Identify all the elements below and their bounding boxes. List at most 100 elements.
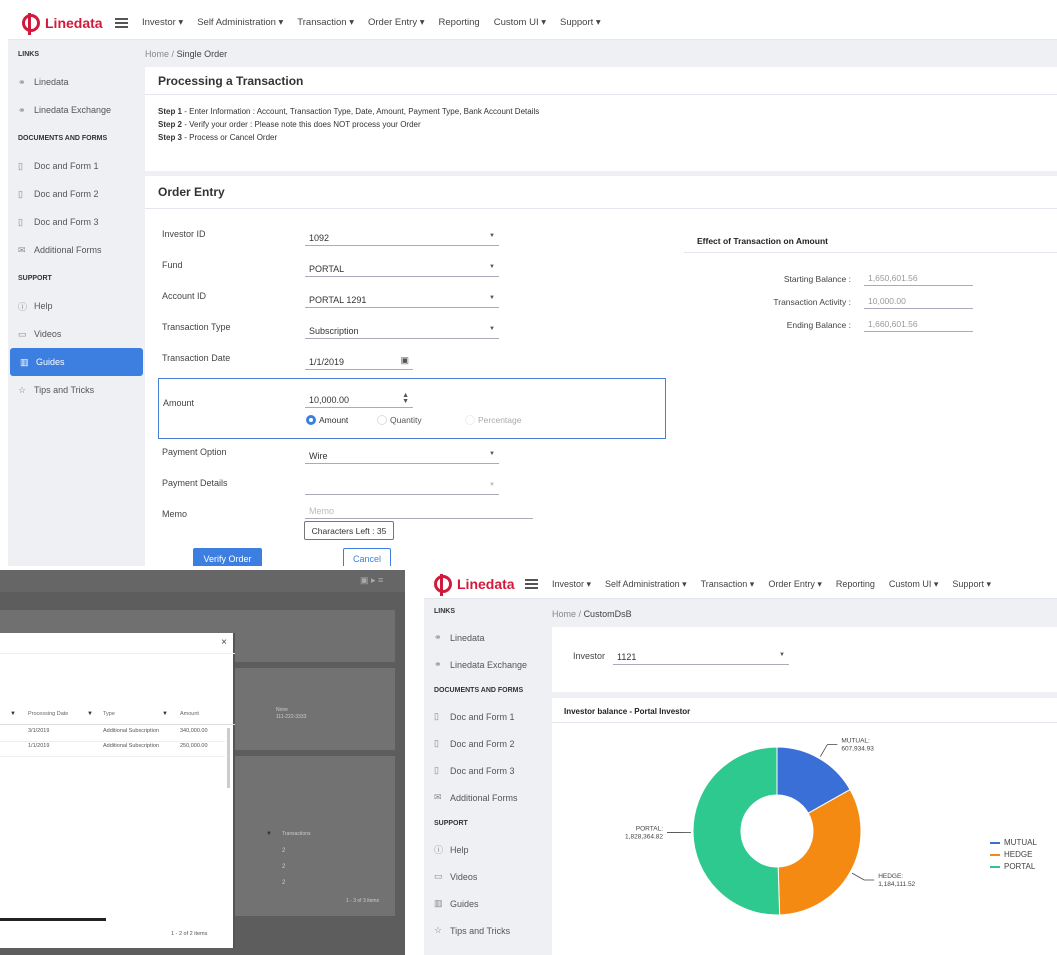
cancel-button[interactable]: Cancel (343, 548, 391, 566)
investor-filter-card: Investor 1121 ▼ (552, 627, 1057, 692)
linedata-logo[interactable]: Linedata (434, 575, 515, 593)
main-menu: Investor ▾ Self Administration ▾ Transac… (142, 17, 615, 28)
menu-reporting[interactable]: Reporting (836, 579, 875, 590)
chevron-down-icon: ▼ (779, 652, 785, 658)
characters-left-tooltip: Characters Left : 35 (304, 521, 394, 540)
menu-reporting[interactable]: Reporting (439, 17, 480, 28)
menu-transaction[interactable]: Transaction ▾ (701, 579, 755, 590)
memo-input[interactable]: Memo (305, 503, 533, 519)
bg-footer: 1 - 3 of 3 items (346, 898, 380, 904)
account-id-label: Account ID (162, 291, 207, 301)
account-id-select[interactable]: PORTAL 1291 ▼ (305, 292, 499, 308)
leader-line-mutual (819, 744, 838, 757)
donut-chart: MUTUAL:607,934.93 HEDGE:1,184,111.52 PORTA… (625, 738, 916, 916)
transaction-date-label: Transaction Date (162, 353, 231, 363)
menu-support[interactable]: Support ▾ (952, 579, 991, 590)
sidebar-item-linedata-exchange[interactable]: ⚭ Linedata Exchange (8, 96, 145, 124)
calendar-icon[interactable]: ▣ (400, 355, 409, 366)
header-icons[interactable]: ▣ ▸ ≡ (360, 575, 383, 586)
vertical-scrollbar[interactable] (227, 728, 230, 788)
data-label-mutual: 607,934.93 (841, 746, 874, 753)
menu-transaction[interactable]: Transaction ▾ (297, 17, 354, 28)
col-amount[interactable]: Amount (180, 711, 199, 717)
amount-input[interactable]: 10,000.00 ▲ ▼ (305, 392, 413, 408)
table-row[interactable]: 1/1/2019 Additional Subscription 250,000… (0, 743, 225, 757)
hamburger-menu-icon[interactable] (115, 17, 128, 28)
menu-self-administration[interactable]: Self Administration ▾ (197, 17, 283, 28)
effect-panel: Effect of Transaction on Amount Starting… (684, 226, 1057, 346)
sidebar-item-videos[interactable]: ▭ Videos (424, 863, 550, 890)
investor-select[interactable]: 1121 ▼ (613, 649, 789, 665)
col-type[interactable]: Type (103, 711, 115, 717)
dashboard-window: Linedata Investor ▾ Self Administration … (424, 570, 1057, 955)
book-icon: ▥ (434, 898, 443, 908)
investor-id-label: Investor ID (162, 229, 206, 239)
sidebar-item-help[interactable]: ⓘ Help (8, 292, 145, 320)
document-icon: ▯ (434, 765, 439, 775)
menu-self-administration[interactable]: Self Administration ▾ (605, 579, 687, 590)
sidebar-item-help[interactable]: ⓘ Help (424, 836, 550, 863)
spinner-icon[interactable]: ▲ ▼ (402, 392, 409, 405)
legend-item-mutual[interactable]: MUTUAL (990, 838, 1037, 847)
link-icon: ⚭ (18, 76, 26, 87)
sidebar-item-additional-forms[interactable]: ✉ Additional Forms (424, 784, 550, 811)
payment-option-select[interactable]: Wire ▼ (305, 448, 499, 464)
verify-order-button[interactable]: Verify Order (193, 548, 262, 566)
linedata-logo[interactable]: Linedata (22, 13, 103, 32)
breadcrumb-home[interactable]: Home (145, 49, 169, 59)
sidebar-item-linedata[interactable]: ⚭ Linedata (424, 624, 550, 651)
investor-id-select[interactable]: 1092 ▼ (305, 230, 499, 246)
sidebar-item-doc3[interactable]: ▯ Doc and Form 3 (424, 757, 550, 784)
legend-swatch (990, 841, 1000, 844)
fund-select[interactable]: PORTAL ▼ (305, 261, 499, 277)
transaction-date-input[interactable]: 1/1/2019 ▣ (305, 354, 413, 370)
hamburger-menu-icon[interactable] (525, 579, 538, 589)
slice-hedge[interactable] (777, 788, 862, 916)
sidebar-item-guides[interactable]: ▥ Guides (424, 890, 550, 917)
sidebar-item-doc1[interactable]: ▯ Doc and Form 1 (424, 703, 550, 730)
menu-order-entry[interactable]: Order Entry ▾ (768, 579, 822, 590)
filter-icon[interactable]: ▼ (87, 711, 93, 717)
menu-custom-ui[interactable]: Custom UI ▾ (494, 17, 546, 28)
sidebar-item-linedata[interactable]: ⚭ Linedata (8, 68, 145, 96)
sidebar-item-doc2[interactable]: ▯ Doc and Form 2 (424, 730, 550, 757)
sidebar-item-videos[interactable]: ▭ Videos (8, 320, 145, 348)
menu-support[interactable]: Support ▾ (560, 17, 601, 28)
radio-quantity[interactable]: Quantity (377, 415, 422, 425)
sidebar: LINKS ⚭ Linedata ⚭ Linedata Exchange DOCUM… (424, 599, 550, 955)
bg-col-transactions: Transactions (282, 831, 311, 837)
sidebar-item-doc2[interactable]: ▯ Doc and Form 2 (8, 180, 145, 208)
payment-details-select[interactable]: ▼ (305, 479, 499, 495)
menu-custom-ui[interactable]: Custom UI ▾ (889, 579, 939, 590)
transaction-type-select[interactable]: Subscription ▼ (305, 323, 499, 339)
memo-label: Memo (162, 509, 188, 519)
breadcrumb-home[interactable]: Home (552, 609, 576, 619)
radio-amount[interactable]: Amount (306, 415, 348, 425)
menu-investor[interactable]: Investor ▾ (552, 579, 591, 590)
document-icon: ▯ (18, 216, 23, 227)
slice-portal[interactable] (692, 746, 781, 916)
radio-percentage[interactable]: Percentage (465, 415, 521, 425)
horizontal-scrollbar[interactable] (0, 918, 106, 921)
bg-none: None (276, 707, 288, 713)
menu-order-entry[interactable]: Order Entry ▾ (368, 17, 425, 28)
step-3: Step 3 - Process or Cancel Order (158, 133, 278, 142)
table-row[interactable]: 3/1/2019 Additional Subscription 340,000… (0, 728, 225, 742)
legend-item-hedge[interactable]: HEDGE (990, 850, 1037, 859)
filter-icon[interactable]: ▼ (10, 711, 16, 717)
sidebar-item-linedata-exchange[interactable]: ⚭ Linedata Exchange (424, 651, 550, 678)
breadcrumb-current: Single Order (176, 49, 228, 59)
effect-title: Effect of Transaction on Amount (684, 226, 1057, 253)
document-icon: ▯ (18, 188, 23, 199)
col-processing-date[interactable]: Processing Date (28, 711, 68, 717)
menu-investor[interactable]: Investor ▾ (142, 17, 183, 28)
sidebar-item-tips[interactable]: ☆ Tips and Tricks (424, 917, 550, 944)
sidebar-item-doc3[interactable]: ▯ Doc and Form 3 (8, 208, 145, 236)
sidebar-item-tips[interactable]: ☆ Tips and Tricks (8, 376, 145, 404)
close-icon[interactable]: × (221, 637, 227, 648)
sidebar-item-additional-forms[interactable]: ✉ Additional Forms (8, 236, 145, 264)
sidebar-item-doc1[interactable]: ▯ Doc and Form 1 (8, 152, 145, 180)
sidebar-item-guides[interactable]: ▥ Guides (10, 348, 143, 376)
legend-item-portal[interactable]: PORTAL (990, 862, 1037, 871)
filter-icon[interactable]: ▼ (162, 711, 168, 717)
